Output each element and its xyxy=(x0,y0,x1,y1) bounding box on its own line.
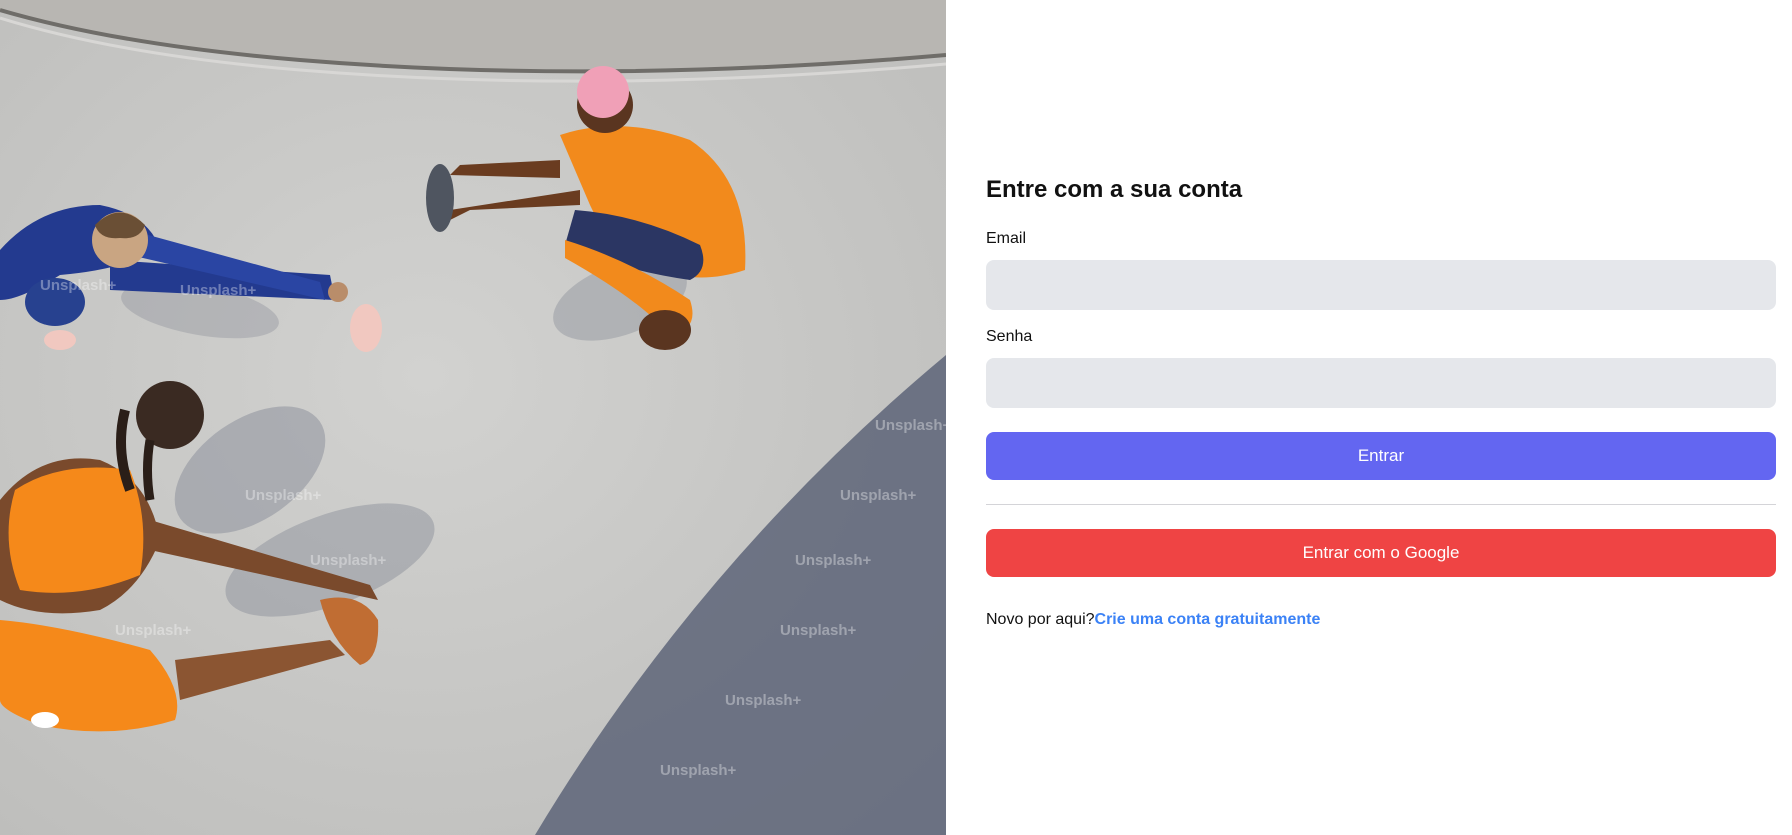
svg-text:Unsplash+: Unsplash+ xyxy=(40,277,117,294)
svg-text:Unsplash+: Unsplash+ xyxy=(875,417,946,434)
signup-link[interactable]: Crie uma conta gratuitamente xyxy=(1095,611,1321,628)
signup-prompt-text: Novo por aqui? xyxy=(986,611,1095,628)
password-field[interactable] xyxy=(986,358,1776,408)
svg-text:Unsplash+: Unsplash+ xyxy=(725,692,802,709)
login-panel: Entre com a sua conta Email Senha Entrar… xyxy=(986,0,1776,835)
divider xyxy=(986,504,1776,505)
svg-text:Unsplash+: Unsplash+ xyxy=(795,552,872,569)
svg-text:Unsplash+: Unsplash+ xyxy=(115,622,192,639)
email-field[interactable] xyxy=(986,260,1776,310)
login-page: Unsplash+ Unsplash+ Unsplash+ Unsplash+ … xyxy=(0,0,1792,835)
signup-prompt: Novo por aqui?Crie uma conta gratuitamen… xyxy=(986,611,1320,629)
password-label: Senha xyxy=(986,328,1033,345)
submit-button[interactable]: Entrar xyxy=(986,432,1776,480)
svg-text:Unsplash+: Unsplash+ xyxy=(780,622,857,639)
google-signin-button[interactable]: Entrar com o Google xyxy=(986,529,1776,577)
svg-text:Unsplash+: Unsplash+ xyxy=(660,762,737,779)
login-title: Entre com a sua conta xyxy=(986,176,1243,203)
svg-text:Unsplash+: Unsplash+ xyxy=(180,282,257,299)
email-label: Email xyxy=(986,230,1027,247)
hero-image: Unsplash+ Unsplash+ Unsplash+ Unsplash+ … xyxy=(0,0,946,835)
svg-text:Unsplash+: Unsplash+ xyxy=(310,552,387,569)
svg-text:Unsplash+: Unsplash+ xyxy=(840,487,917,504)
hero-photo: Unsplash+ Unsplash+ Unsplash+ Unsplash+ … xyxy=(0,0,946,835)
svg-text:Unsplash+: Unsplash+ xyxy=(245,487,322,504)
